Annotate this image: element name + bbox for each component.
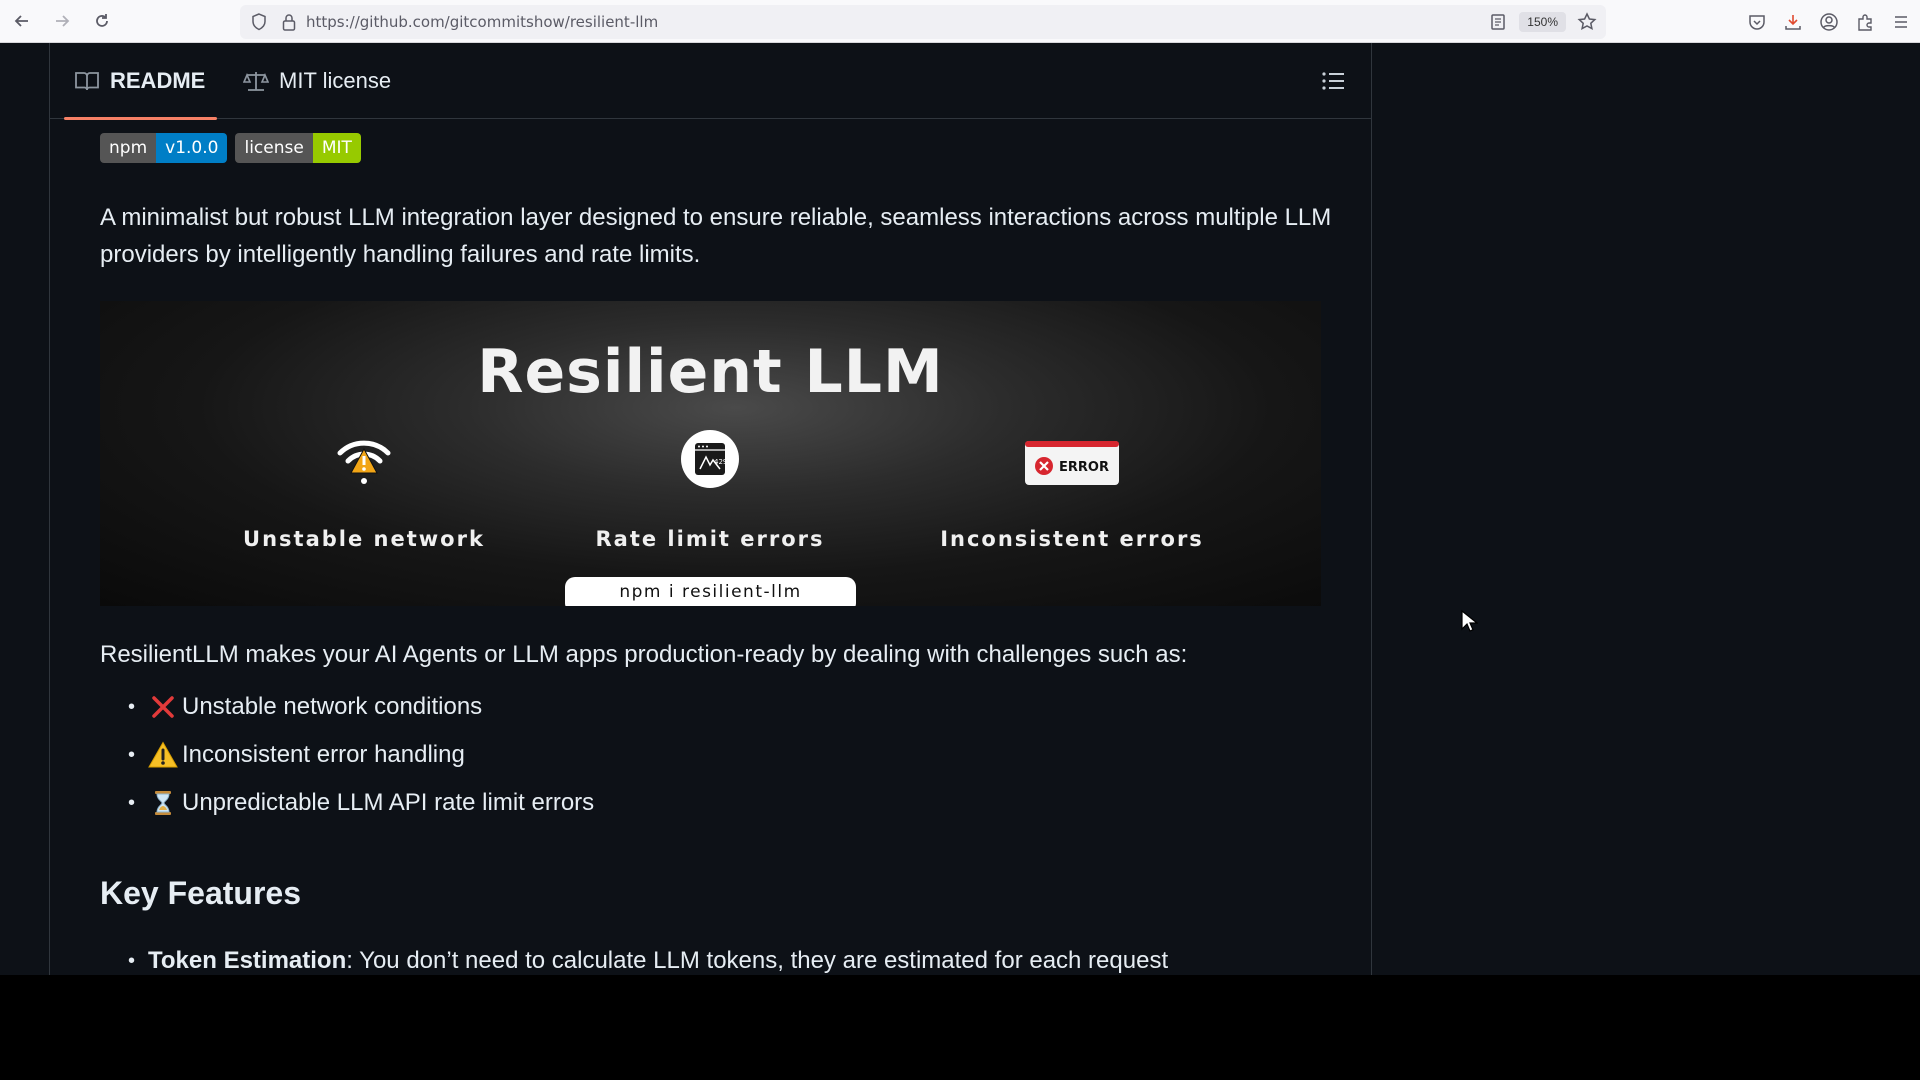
- rate-limit-icon: 429: [680, 429, 740, 489]
- rate-limit-code: 429: [714, 458, 727, 466]
- tab-license[interactable]: MIT license: [243, 43, 391, 119]
- readme-container: README MIT license npm v1.0.0 license MI…: [49, 43, 1372, 975]
- back-icon[interactable]: [4, 3, 40, 39]
- bullet-dot: •: [128, 949, 136, 972]
- address-bar[interactable]: https://github.com/gitcommitshow/resilie…: [240, 5, 1606, 39]
- list-item: • Unstable network conditions: [128, 683, 594, 731]
- feature-text: : You don’t need to calculate LLM tokens…: [346, 947, 1169, 974]
- outline-list-icon[interactable]: [1319, 67, 1347, 95]
- error-badge-icon: ERROR: [1024, 440, 1120, 486]
- menu-icon[interactable]: [1890, 11, 1912, 33]
- readme-tabs: README MIT license: [50, 43, 1371, 120]
- extensions-icon[interactable]: [1854, 11, 1876, 33]
- bottom-letterbox: [0, 975, 1920, 1080]
- bullet-dot: •: [128, 791, 136, 814]
- lock-icon[interactable]: [278, 13, 300, 31]
- feature-label: Inconsistent errors: [940, 527, 1204, 551]
- challenges-list: • Unstable network conditions • Inconsis…: [128, 683, 594, 827]
- tab-license-label: MIT license: [279, 68, 392, 93]
- badge-label: license: [235, 133, 313, 163]
- book-icon: [74, 68, 100, 94]
- tab-readme[interactable]: README: [63, 43, 218, 120]
- reload-icon[interactable]: [84, 3, 120, 39]
- hourglass-icon: [148, 788, 178, 818]
- install-command: npm i resilient-llm: [565, 577, 856, 606]
- npm-version-badge[interactable]: npm v1.0.0: [100, 133, 228, 163]
- list-item-text: Inconsistent error handling: [182, 741, 465, 768]
- bookmark-star-icon[interactable]: [1576, 11, 1598, 33]
- list-item: • Inconsistent error handling: [128, 731, 594, 779]
- browser-toolbar: https://github.com/gitcommitshow/resilie…: [0, 0, 1920, 43]
- forward-icon[interactable]: [44, 3, 80, 39]
- list-item: • Token Estimation : You don’t need to c…: [128, 947, 1168, 975]
- feature-title: Token Estimation: [148, 947, 347, 974]
- feature-label: Unstable network: [243, 527, 485, 551]
- list-item-text: Unpredictable LLM API rate limit errors: [182, 789, 595, 816]
- bullet-dot: •: [128, 743, 136, 766]
- url-text[interactable]: https://github.com/gitcommitshow/resilie…: [306, 13, 658, 31]
- feature-label: Rate limit errors: [595, 527, 825, 551]
- mouse-cursor-icon: [1460, 609, 1479, 633]
- badge-label: npm: [100, 133, 157, 163]
- pocket-icon[interactable]: [1746, 11, 1768, 33]
- badge-value: MIT: [312, 133, 361, 163]
- badge-row: npm v1.0.0 license MIT: [100, 133, 361, 163]
- reader-view-icon[interactable]: [1487, 11, 1509, 33]
- banner-image: Resilient LLM Unstable network 429 Rate …: [100, 301, 1321, 606]
- shield-icon[interactable]: [248, 13, 270, 31]
- bullet-dot: •: [128, 695, 136, 718]
- list-item: • Unpredictable LLM API rate limit error…: [128, 779, 594, 827]
- banner-title: Resilient LLM: [477, 337, 944, 407]
- download-icon[interactable]: [1782, 11, 1804, 33]
- intro-paragraph: A minimalist but robust LLM integration …: [100, 204, 1332, 268]
- account-icon[interactable]: [1818, 11, 1840, 33]
- page-content: README MIT license npm v1.0.0 license MI…: [0, 43, 1920, 975]
- cross-mark-icon: [148, 692, 178, 722]
- badge-value: v1.0.0: [156, 133, 228, 163]
- description-paragraph: ResilientLLM makes your AI Agents or LLM…: [100, 641, 1188, 668]
- key-features-heading: Key Features: [100, 875, 301, 911]
- scale-icon: [243, 68, 269, 94]
- list-item-text: Unstable network conditions: [182, 693, 483, 720]
- zoom-level[interactable]: 150%: [1519, 12, 1566, 32]
- license-badge[interactable]: license MIT: [235, 133, 361, 163]
- tab-readme-label: README: [110, 68, 206, 93]
- error-badge-text: ERROR: [1059, 460, 1109, 475]
- warning-icon: [148, 740, 178, 770]
- wifi-warning-icon: [334, 429, 394, 489]
